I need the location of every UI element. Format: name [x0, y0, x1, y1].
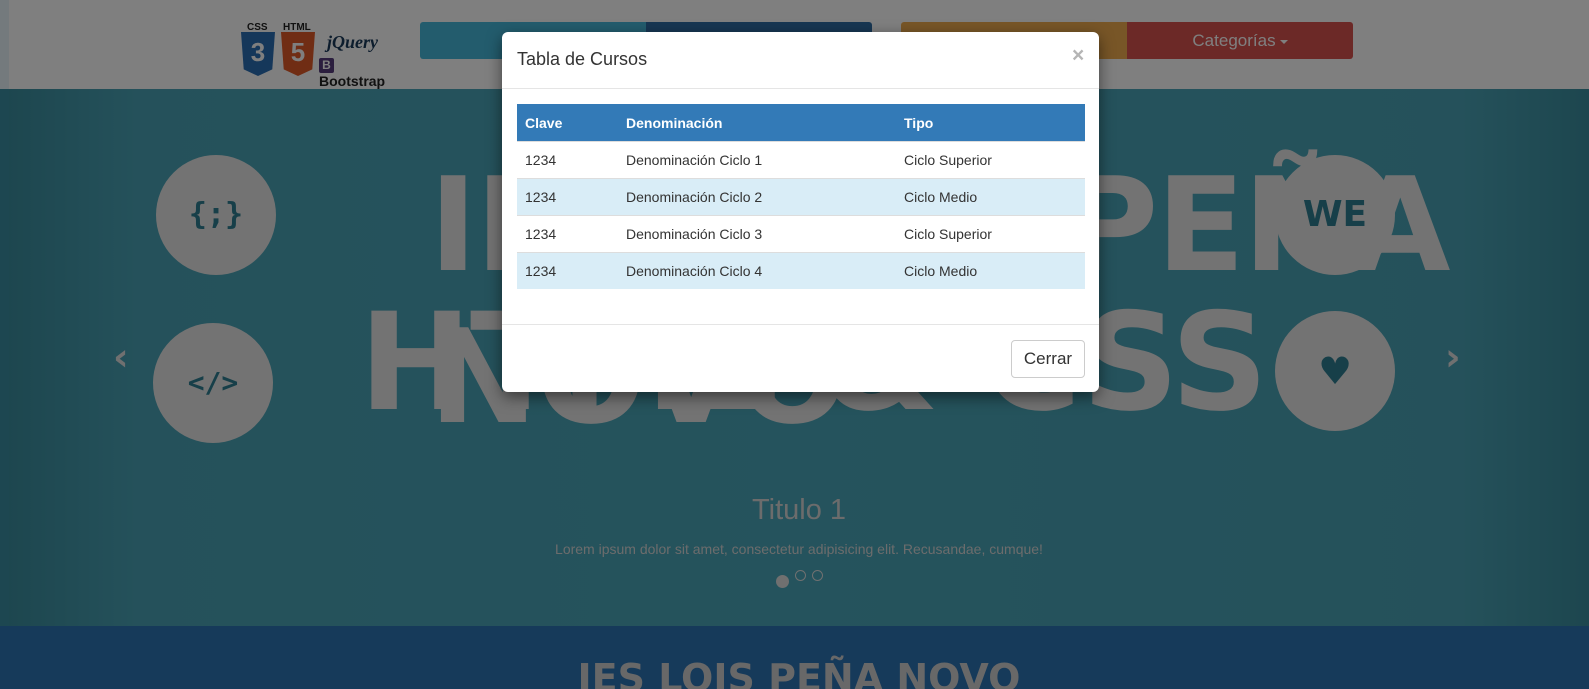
table-header-row: Clave Denominación Tipo — [517, 104, 1085, 142]
column-header-tipo: Tipo — [904, 114, 934, 131]
close-icon[interactable]: × — [1072, 44, 1084, 68]
table-row: 1234 Denominación Ciclo 3 Ciclo Superior — [517, 215, 1085, 253]
cell-denominacion: Denominación Ciclo 4 — [618, 252, 896, 289]
cell-tipo: Ciclo Medio — [896, 178, 1085, 216]
cell-clave: 1234 — [517, 141, 618, 179]
table-row: 1234 Denominación Ciclo 4 Ciclo Medio — [517, 252, 1085, 289]
modal-header: Tabla de Cursos × — [502, 32, 1099, 89]
cell-denominacion: Denominación Ciclo 2 — [618, 178, 896, 216]
cell-clave: 1234 — [517, 215, 618, 253]
cell-tipo: Ciclo Superior — [896, 141, 1085, 179]
cell-denominacion: Denominación Ciclo 3 — [618, 215, 896, 253]
courses-table: Clave Denominación Tipo 1234 Denominació… — [517, 104, 1085, 289]
table-row: 1234 Denominación Ciclo 1 Ciclo Superior — [517, 141, 1085, 179]
table-row: 1234 Denominación Ciclo 2 Ciclo Medio — [517, 178, 1085, 216]
column-header-denominacion: Denominación — [626, 114, 723, 131]
cell-tipo: Ciclo Superior — [896, 215, 1085, 253]
modal-title: Tabla de Cursos — [517, 49, 648, 69]
cerrar-button[interactable]: Cerrar — [1011, 340, 1085, 378]
cell-tipo: Ciclo Medio — [896, 252, 1085, 289]
column-header-clave: Clave — [525, 114, 563, 131]
cell-clave: 1234 — [517, 178, 618, 216]
modal-body: Clave Denominación Tipo 1234 Denominació… — [517, 104, 1085, 289]
courses-modal: Tabla de Cursos × Clave Denominación Tip… — [502, 32, 1099, 392]
modal-footer: Cerrar — [502, 324, 1099, 392]
cell-denominacion: Denominación Ciclo 1 — [618, 141, 896, 179]
cell-clave: 1234 — [517, 252, 618, 289]
